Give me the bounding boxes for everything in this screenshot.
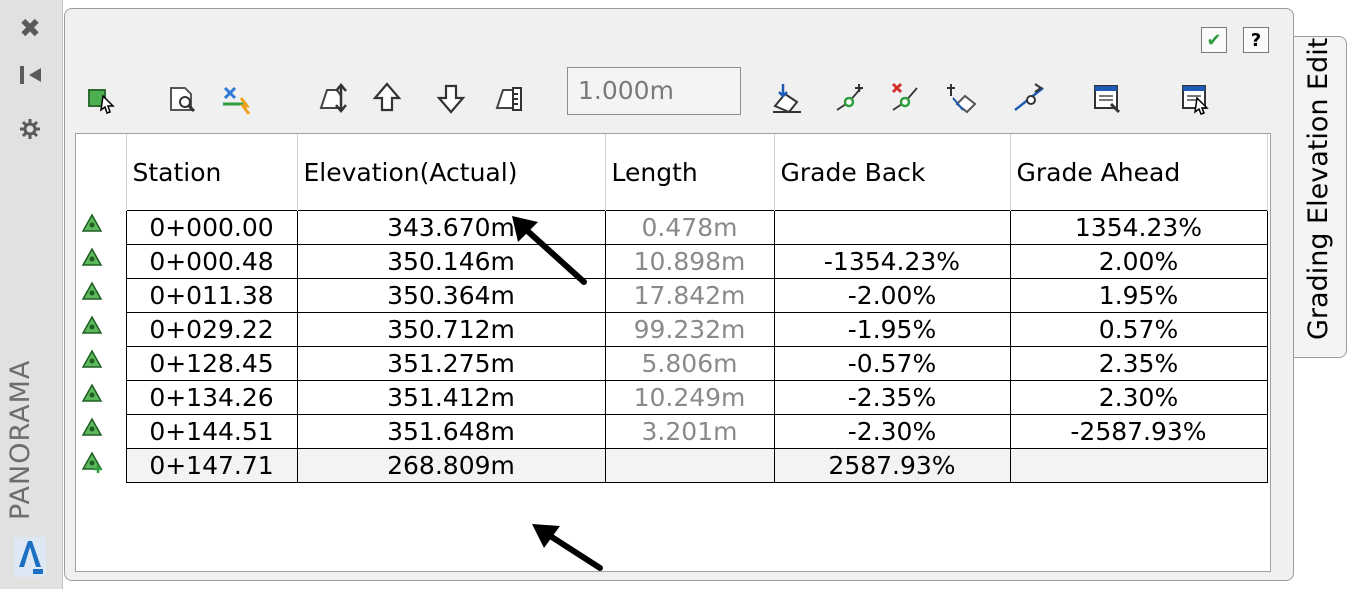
autocad-logo-icon xyxy=(14,537,46,577)
raise-icon[interactable] xyxy=(367,75,407,121)
cell-station[interactable]: 0+011.38 xyxy=(125,278,298,313)
insert-pi-icon[interactable] xyxy=(829,75,869,121)
column-header-elevation[interactable]: Elevation(Actual) xyxy=(297,134,606,211)
cell-grade-ahead[interactable]: 2.30% xyxy=(1009,380,1268,415)
cell-grade-ahead[interactable]: 1354.23% xyxy=(1009,210,1268,245)
grading-elevation-editor-window: ✔ ? 1.000m Station Elevation(Actual) Len… xyxy=(64,8,1294,581)
cell-station[interactable]: 0+134.26 xyxy=(125,380,298,415)
cell-length: 10.249m xyxy=(604,380,775,415)
table-header-row: Station Elevation(Actual) Length Grade B… xyxy=(76,134,1268,211)
cell-length: 99.232m xyxy=(604,312,775,347)
cell-grade-back[interactable]: 2587.93% xyxy=(773,448,1011,483)
column-header-length[interactable]: Length xyxy=(605,134,775,211)
table-row[interactable]: 0+147.71 268.809m 2587.93% xyxy=(76,448,1268,483)
cell-grade-ahead[interactable]: 2.00% xyxy=(1009,244,1268,279)
cell-station[interactable]: 0+029.22 xyxy=(125,312,298,347)
pi-marker-icon xyxy=(76,414,127,449)
close-icon[interactable]: ✖ xyxy=(10,14,50,44)
flatten-grade-icon[interactable] xyxy=(767,75,807,121)
table-row[interactable]: 0+128.45 351.275m 5.806m -0.57% 2.35% xyxy=(76,346,1268,381)
cell-grade-back[interactable]: -1.95% xyxy=(773,312,1011,347)
pi-marker-icon xyxy=(76,380,127,415)
table-row[interactable]: 0+000.00 343.670m 0.478m 1354.23% xyxy=(76,210,1268,245)
cell-station[interactable]: 0+128.45 xyxy=(125,346,298,381)
reverse-icon[interactable] xyxy=(1009,75,1049,121)
cell-length: 5.806m xyxy=(604,346,775,381)
cell-station[interactable]: 0+000.00 xyxy=(125,210,298,245)
pi-marker-icon xyxy=(76,278,127,313)
pi-marker-icon xyxy=(76,312,127,347)
palette-tab-label: Grading Elevation Edit xyxy=(1303,37,1334,340)
cell-station[interactable]: 0+000.48 xyxy=(125,244,298,279)
filter-points-icon[interactable] xyxy=(217,75,257,121)
table-row[interactable]: 0+011.38 350.364m 17.842m -2.00% 1.95% xyxy=(76,278,1268,313)
increment-input[interactable]: 1.000m xyxy=(567,67,741,115)
column-header-grade-ahead[interactable]: Grade Ahead xyxy=(1010,134,1268,211)
pi-marker-icon xyxy=(76,244,127,279)
cell-grade-back[interactable]: -1354.23% xyxy=(773,244,1011,279)
select-feature-line-icon[interactable] xyxy=(81,75,121,121)
cell-station[interactable]: 0+144.51 xyxy=(125,414,298,449)
annotation-arrow-bottom xyxy=(532,524,603,571)
cell-elevation[interactable]: 351.412m xyxy=(296,380,606,415)
palette-name: PANORAMA xyxy=(5,359,36,520)
delete-pi-icon[interactable] xyxy=(885,75,925,121)
zoom-to-icon[interactable] xyxy=(163,75,203,121)
cell-length: 10.898m xyxy=(604,244,775,279)
end-point-marker-icon xyxy=(76,448,127,483)
cell-grade-ahead[interactable]: 0.57% xyxy=(1009,312,1268,347)
cell-elevation[interactable]: 351.275m xyxy=(296,346,606,381)
cell-length: 17.842m xyxy=(604,278,775,313)
marker-column-header xyxy=(76,134,127,211)
cell-grade-back[interactable] xyxy=(773,210,1011,245)
raise-lower-icon[interactable] xyxy=(313,75,353,121)
cell-length: 3.201m xyxy=(604,414,775,449)
annotation-arrow-top xyxy=(512,216,587,285)
cell-elevation[interactable]: 350.712m xyxy=(296,312,606,347)
column-header-grade-back[interactable]: Grade Back xyxy=(774,134,1011,211)
auto-hide-icon[interactable] xyxy=(10,60,50,90)
cell-station[interactable]: 0+147.71 xyxy=(125,448,298,483)
elevation-table: Station Elevation(Actual) Length Grade B… xyxy=(76,134,1268,483)
set-increment-icon[interactable] xyxy=(489,75,529,121)
cell-grade-ahead[interactable]: -2587.93% xyxy=(1009,414,1268,449)
unselect-icon[interactable] xyxy=(1087,75,1127,121)
help-icon[interactable]: ? xyxy=(1243,27,1269,53)
check-icon[interactable]: ✔ xyxy=(1201,27,1227,53)
table-row[interactable]: 0+144.51 351.648m 3.201m -2.30% -2587.93% xyxy=(76,414,1268,449)
palette-title-bar: ✖ PANORAMA xyxy=(0,0,63,589)
cell-grade-back[interactable]: -0.57% xyxy=(773,346,1011,381)
cell-elevation[interactable]: 268.809m xyxy=(296,448,606,483)
elevation-from-surface-icon[interactable] xyxy=(941,75,981,121)
cell-elevation[interactable]: 351.648m xyxy=(296,414,606,449)
cell-grade-ahead[interactable] xyxy=(1009,448,1268,483)
elevation-grid: Station Elevation(Actual) Length Grade B… xyxy=(75,133,1271,572)
cell-grade-back[interactable]: -2.35% xyxy=(773,380,1011,415)
select-entity-icon[interactable] xyxy=(1175,75,1215,121)
cell-grade-back[interactable]: -2.00% xyxy=(773,278,1011,313)
column-header-station[interactable]: Station xyxy=(126,134,298,211)
table-row[interactable]: 0+134.26 351.412m 10.249m -2.35% 2.30% xyxy=(76,380,1268,415)
table-row[interactable]: 0+029.22 350.712m 99.232m -1.95% 0.57% xyxy=(76,312,1268,347)
pi-marker-icon xyxy=(76,346,127,381)
cell-length: 0.478m xyxy=(604,210,775,245)
properties-icon[interactable] xyxy=(10,114,50,144)
cell-grade-ahead[interactable]: 2.35% xyxy=(1009,346,1268,381)
cell-grade-back[interactable]: -2.30% xyxy=(773,414,1011,449)
lower-icon[interactable] xyxy=(431,75,471,121)
pi-marker-icon xyxy=(76,210,127,245)
cell-length xyxy=(604,448,775,483)
cell-grade-ahead[interactable]: 1.95% xyxy=(1009,278,1268,313)
table-row[interactable]: 0+000.48 350.146m 10.898m -1354.23% 2.00% xyxy=(76,244,1268,279)
